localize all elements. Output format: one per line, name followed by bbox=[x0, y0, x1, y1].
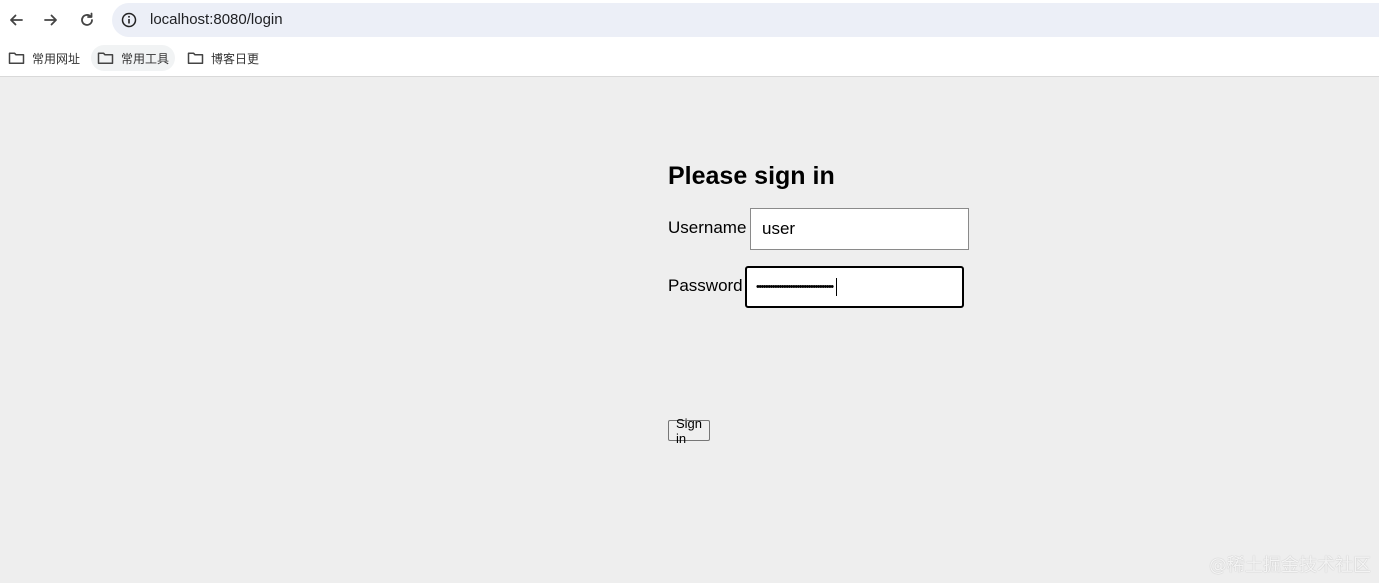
password-value: •••••••••••••••••••••••••••••••••• bbox=[756, 280, 834, 293]
username-value: user bbox=[762, 219, 796, 238]
bookmark-folder-2[interactable]: 常用工具 bbox=[91, 45, 176, 71]
folder-icon bbox=[8, 52, 25, 65]
reload-button[interactable] bbox=[75, 8, 99, 32]
text-caret bbox=[835, 278, 837, 296]
arrow-right-icon bbox=[44, 14, 57, 26]
bookmark-label: 常用网址 bbox=[32, 51, 81, 66]
bookmark-folder-3[interactable]: 博客日更 bbox=[181, 45, 265, 71]
page-title: Please sign in bbox=[668, 162, 835, 190]
sign-in-button[interactable]: Sign in bbox=[668, 416, 711, 446]
forward-button[interactable] bbox=[39, 8, 63, 32]
url-text[interactable]: localhost:8080/login bbox=[150, 11, 283, 28]
reload-icon bbox=[81, 12, 93, 26]
back-button[interactable] bbox=[4, 8, 28, 32]
bookmark-label: 博客日更 bbox=[211, 51, 260, 66]
bookmark-label: 常用工具 bbox=[121, 51, 170, 66]
address-bar[interactable]: localhost:8080/login bbox=[112, 3, 1379, 37]
page-content: Please sign in Username user Password ••… bbox=[0, 78, 1379, 583]
folder-icon bbox=[187, 52, 204, 65]
folder-icon bbox=[97, 52, 114, 65]
bookmarks-bar: 常用网址 常用工具 博客日更 bbox=[0, 40, 1379, 77]
username-input[interactable]: user bbox=[750, 208, 969, 250]
arrow-left-icon bbox=[10, 14, 23, 26]
browser-toolbar: localhost:8080/login bbox=[0, 0, 1379, 40]
site-info-icon[interactable] bbox=[120, 11, 138, 29]
username-label: Username bbox=[668, 218, 747, 237]
password-label: Password bbox=[668, 276, 743, 295]
bookmark-folder-1[interactable]: 常用网址 bbox=[2, 45, 86, 71]
watermark: @稀土掘金技术社区 bbox=[1209, 555, 1371, 576]
password-input[interactable]: •••••••••••••••••••••••••••••••••• bbox=[745, 266, 964, 308]
